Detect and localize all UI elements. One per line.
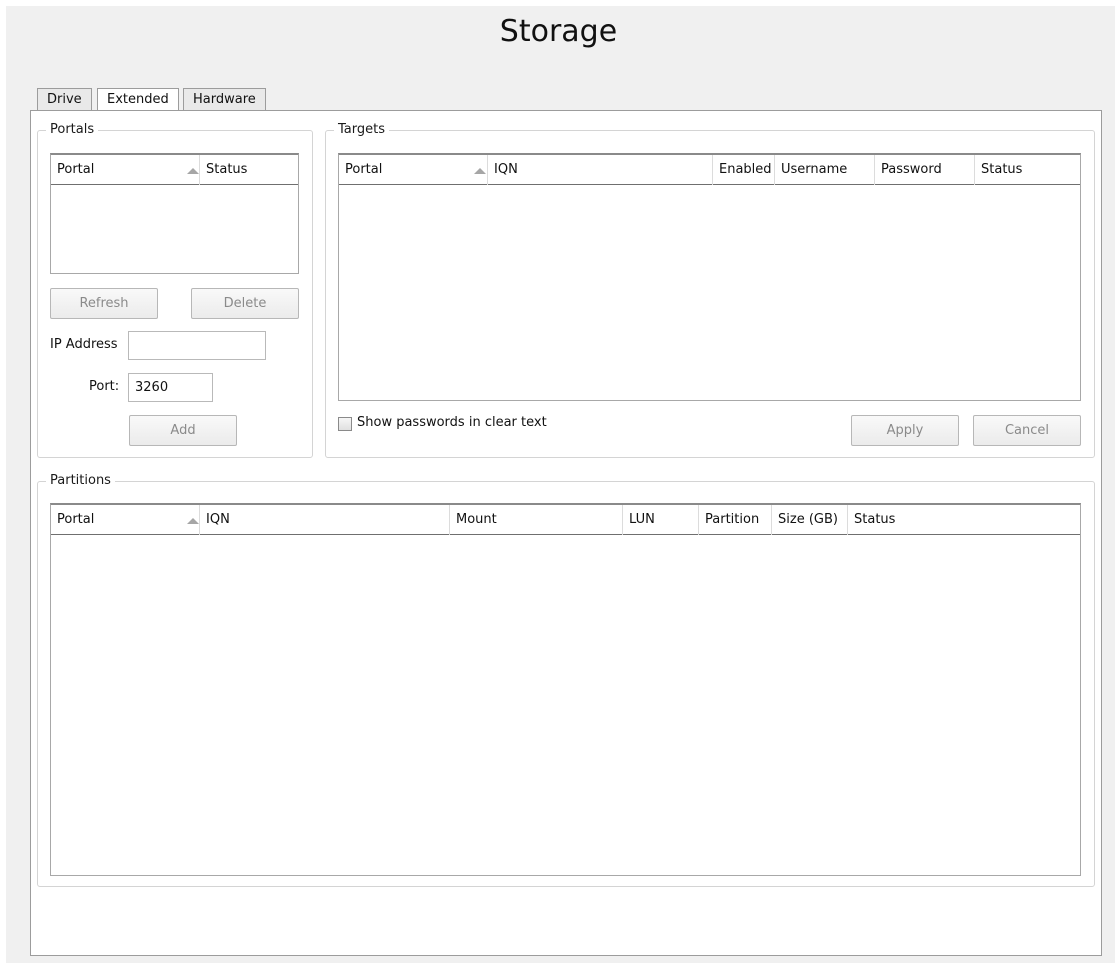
- port-label: Port:: [89, 379, 120, 394]
- page-title: Storage: [499, 14, 618, 49]
- apply-button[interactable]: Apply: [851, 415, 959, 446]
- cancel-button[interactable]: Cancel: [973, 415, 1081, 446]
- column-header-size-gb-label: Size (GB): [778, 512, 838, 527]
- column-header-lun[interactable]: LUN: [623, 505, 699, 535]
- column-header-iqn-label: IQN: [494, 162, 518, 177]
- targets-group-title: Targets: [334, 122, 389, 138]
- column-header-status-label: Status: [206, 162, 248, 177]
- column-header-portal-label: Portal: [57, 162, 95, 177]
- column-header-lun-label: LUN: [629, 512, 655, 527]
- delete-button[interactable]: Delete: [191, 288, 299, 319]
- partitions-table-header: Portal IQN Mount LUN Partition Size (GB)…: [51, 505, 1080, 535]
- partitions-group-title: Partitions: [46, 473, 115, 489]
- ip-address-label: IP Address: [50, 337, 118, 352]
- column-header-mount[interactable]: Mount: [450, 505, 623, 535]
- column-header-iqn[interactable]: IQN: [488, 155, 713, 185]
- column-header-iqn[interactable]: IQN: [200, 505, 450, 535]
- column-header-portal[interactable]: Portal: [51, 505, 200, 535]
- sort-ascending-icon: [474, 168, 486, 174]
- tab-hardware[interactable]: Hardware: [183, 88, 266, 110]
- column-header-portal-label: Portal: [345, 162, 383, 177]
- column-header-iqn-label: IQN: [206, 512, 230, 527]
- sort-ascending-icon: [187, 518, 199, 524]
- column-header-password[interactable]: Password: [875, 155, 975, 185]
- portals-table[interactable]: Portal Status: [50, 153, 299, 274]
- refresh-button[interactable]: Refresh: [50, 288, 158, 319]
- column-header-enabled[interactable]: Enabled: [713, 155, 775, 185]
- column-header-status[interactable]: Status: [848, 505, 1080, 535]
- tab-drive[interactable]: Drive: [37, 88, 92, 110]
- column-header-size-gb[interactable]: Size (GB): [772, 505, 848, 535]
- column-header-password-label: Password: [881, 162, 942, 177]
- column-header-status[interactable]: Status: [200, 155, 298, 185]
- column-header-username[interactable]: Username: [775, 155, 875, 185]
- targets-table[interactable]: Portal IQN Enabled Username Password Sta…: [338, 153, 1081, 401]
- column-header-status[interactable]: Status: [975, 155, 1080, 185]
- column-header-partition[interactable]: Partition: [699, 505, 772, 535]
- add-button[interactable]: Add: [129, 415, 237, 446]
- port-input[interactable]: 3260: [128, 373, 213, 402]
- targets-table-header: Portal IQN Enabled Username Password Sta…: [339, 155, 1080, 185]
- column-header-mount-label: Mount: [456, 512, 497, 527]
- show-passwords-label[interactable]: Show passwords in clear text: [357, 415, 547, 430]
- ip-address-input[interactable]: [128, 331, 266, 360]
- sort-ascending-icon: [187, 168, 199, 174]
- column-header-status-label: Status: [981, 162, 1023, 177]
- column-header-portal-label: Portal: [57, 512, 95, 527]
- column-header-username-label: Username: [781, 162, 848, 177]
- tab-extended[interactable]: Extended: [97, 88, 179, 111]
- column-header-portal[interactable]: Portal: [339, 155, 488, 185]
- portals-table-header: Portal Status: [51, 155, 298, 185]
- column-header-partition-label: Partition: [705, 512, 760, 527]
- column-header-enabled-label: Enabled: [719, 162, 772, 177]
- column-header-portal[interactable]: Portal: [51, 155, 200, 185]
- partitions-table[interactable]: Portal IQN Mount LUN Partition Size (GB)…: [50, 503, 1081, 876]
- portals-group-title: Portals: [46, 122, 99, 138]
- column-header-status-label: Status: [854, 512, 896, 527]
- show-passwords-checkbox[interactable]: [338, 417, 352, 431]
